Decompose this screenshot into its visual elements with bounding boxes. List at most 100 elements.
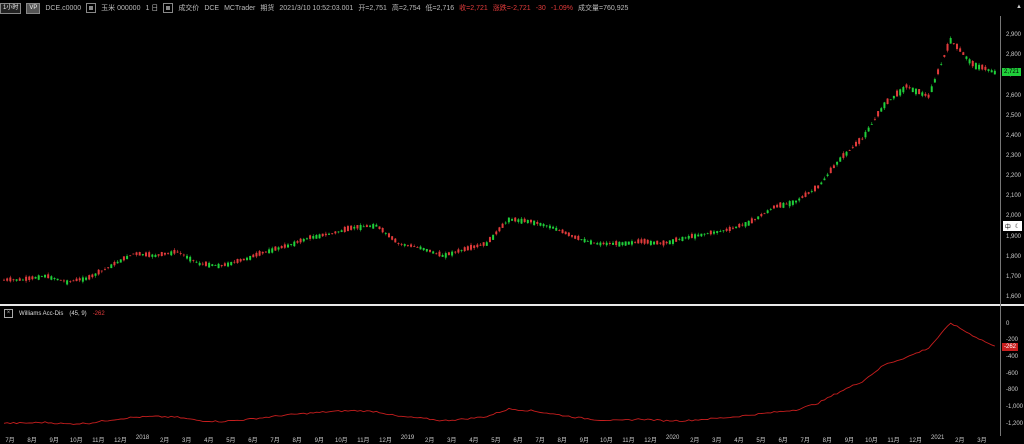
candle	[249, 255, 252, 260]
candle	[649, 240, 652, 245]
time-axis-label: 9月	[579, 438, 589, 444]
interval-menu-icon[interactable]	[163, 3, 174, 13]
candle	[148, 252, 151, 257]
candle	[687, 235, 690, 239]
candle	[526, 220, 529, 224]
time-axis-label: 8月	[292, 438, 302, 444]
candle	[429, 249, 431, 252]
time-axis-label: 6月	[248, 438, 258, 444]
candle	[78, 278, 81, 281]
candle	[214, 265, 217, 266]
candle	[261, 251, 264, 254]
time-axis-label: 7月	[800, 438, 810, 444]
candle	[602, 242, 605, 245]
time-axis-label: 12月	[909, 438, 922, 444]
candle	[470, 244, 473, 250]
candle	[182, 254, 185, 256]
candle	[599, 242, 602, 246]
symbol-menu-icon[interactable]	[86, 3, 97, 13]
candle	[328, 233, 331, 235]
price-chart[interactable]	[0, 16, 1000, 304]
scroll-up-icon[interactable]: ▲	[1016, 4, 1022, 10]
candle	[911, 87, 914, 93]
vp-button[interactable]: VP	[26, 2, 41, 14]
candle	[343, 226, 346, 232]
candle	[529, 219, 532, 223]
platform: MCTrader	[224, 4, 256, 12]
candle	[709, 230, 712, 235]
candle	[867, 127, 870, 132]
candle	[457, 249, 460, 253]
candle	[832, 165, 835, 169]
candle	[842, 153, 845, 158]
price-axis-label: 2,500	[1006, 112, 1022, 119]
candle	[981, 64, 984, 70]
candle	[520, 218, 523, 224]
candle	[138, 252, 141, 256]
price-axis-label: 2,100	[1006, 193, 1022, 200]
candle	[608, 242, 611, 244]
candle	[593, 242, 596, 244]
candle	[501, 223, 504, 228]
candle	[858, 138, 861, 144]
candle	[886, 98, 889, 105]
symbol-code[interactable]: DCE.c0000	[45, 5, 81, 12]
candle	[331, 233, 334, 235]
candle	[564, 231, 567, 235]
candle	[97, 269, 100, 275]
time-axis-label: 8月	[822, 438, 832, 444]
candle	[135, 252, 138, 255]
candle	[34, 276, 37, 279]
time-axis-label: 2020	[665, 435, 680, 441]
time-axis-label: 8月	[27, 438, 37, 444]
candle	[725, 228, 728, 231]
candle	[880, 108, 883, 112]
candle	[940, 64, 943, 65]
candle	[62, 280, 65, 282]
candle	[334, 231, 337, 234]
indicator-chart[interactable]	[0, 306, 1000, 433]
candle	[59, 279, 62, 281]
candle	[914, 88, 917, 95]
volume-value: 成交量=760,925	[578, 5, 629, 12]
time-axis-label: 8月	[557, 438, 567, 444]
language-toggle[interactable]: 中 ☾	[1003, 221, 1022, 231]
candle	[908, 87, 911, 89]
candle	[72, 280, 75, 282]
candle	[413, 246, 416, 248]
candle	[488, 237, 491, 243]
candle	[612, 242, 615, 245]
candle	[141, 254, 144, 256]
candle	[378, 226, 381, 229]
time-axis-label: 9月	[49, 438, 59, 444]
candle	[659, 242, 662, 244]
indicator-value-tag: -262	[1002, 342, 1019, 351]
candle	[94, 273, 97, 276]
candle	[558, 230, 561, 231]
candle	[340, 230, 343, 232]
candle	[236, 258, 239, 263]
candle	[993, 70, 996, 75]
candle	[441, 254, 444, 257]
candle	[817, 185, 820, 189]
time-axis-label: 6月	[778, 438, 788, 444]
candle	[987, 69, 990, 71]
candle	[110, 264, 113, 269]
moon-icon[interactable]: ☾	[1015, 223, 1020, 230]
candle	[293, 241, 296, 247]
period-button[interactable]: 1小时	[0, 2, 22, 14]
candle	[208, 262, 211, 268]
candle	[167, 253, 170, 254]
time-axis-label: 4月	[204, 438, 214, 444]
candle	[391, 236, 394, 240]
time-axis-label: 11月	[92, 438, 105, 444]
time-axis-label: 5月	[756, 438, 766, 444]
candle	[946, 43, 949, 51]
candle	[713, 231, 715, 234]
candle	[359, 225, 362, 231]
candle	[350, 225, 353, 230]
candle	[949, 38, 952, 44]
candle	[223, 263, 226, 266]
candle	[889, 99, 892, 101]
candle	[163, 252, 166, 255]
